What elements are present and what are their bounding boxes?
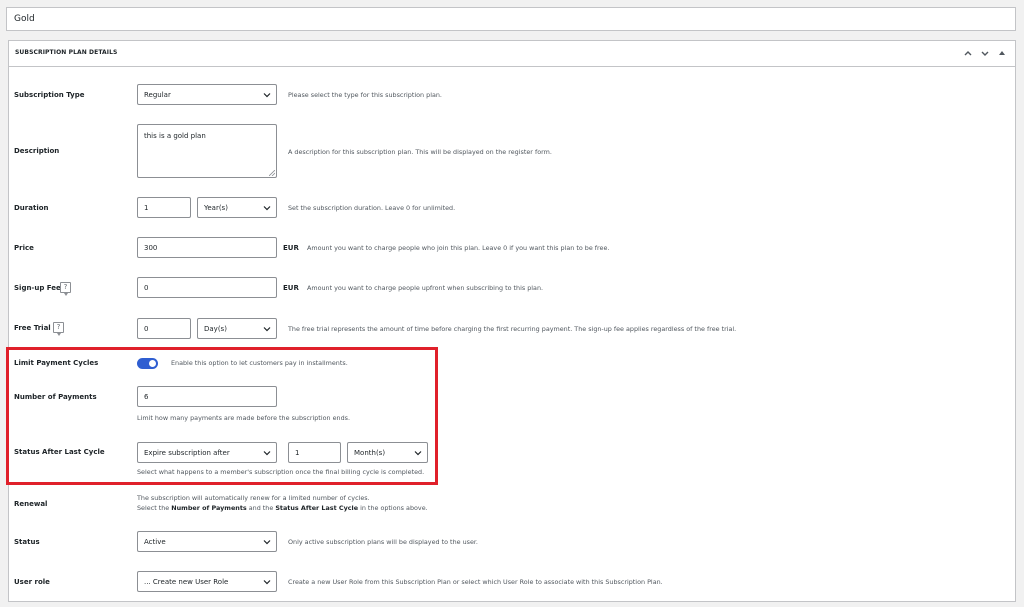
number-of-payments-input[interactable]: 6 (137, 386, 277, 407)
help-tooltip-icon[interactable]: ? (60, 282, 71, 296)
chevron-down-icon (263, 327, 271, 332)
panel-header: SUBSCRIPTION PLAN DETAILS (9, 41, 1015, 67)
renewal-line1: The subscription will automatically rene… (137, 494, 370, 502)
price-label: Price (14, 244, 34, 252)
price-input[interactable]: 300 (137, 237, 277, 258)
duration-input[interactable]: 1 (137, 197, 191, 218)
user-role-select[interactable]: ... Create new User Role (137, 571, 277, 592)
signup-fee-input[interactable]: 0 (137, 277, 277, 298)
user-role-value: ... Create new User Role (144, 578, 229, 586)
renewal-line2-pre: Select the (137, 504, 172, 512)
status-label: Status (14, 538, 40, 546)
limit-payment-cycles-label: Limit Payment Cycles (14, 359, 99, 367)
chevron-down-icon (263, 206, 271, 211)
renewal-line2-bold1: Number of Payments (171, 504, 247, 512)
signup-fee-label: Sign-up Fee ? (14, 282, 71, 296)
free-trial-unit-select[interactable]: Day(s) (197, 318, 277, 339)
subscription-type-help: Please select the type for this subscrip… (288, 91, 442, 99)
user-role-help: Create a new User Role from this Subscri… (288, 578, 663, 586)
free-trial-label: Free Trial ? (14, 322, 64, 336)
panel-title: SUBSCRIPTION PLAN DETAILS (15, 49, 118, 56)
signup-fee-help: Amount you want to charge people upfront… (307, 284, 544, 292)
chevron-down-icon (263, 540, 271, 545)
subscription-type-value: Regular (144, 91, 171, 99)
renewal-line2-bold2: Status After Last Cycle (275, 504, 359, 512)
price-help: Amount you want to charge people who joi… (307, 244, 610, 252)
chevron-down-icon (263, 451, 271, 456)
duration-unit-select[interactable]: Year(s) (197, 197, 277, 218)
status-after-last-cycle-help: Select what happens to a member's subscr… (137, 468, 425, 476)
chevron-up-icon[interactable] (962, 47, 973, 59)
number-of-payments-label: Number of Payments (14, 393, 97, 401)
renewal-label: Renewal (14, 500, 48, 508)
status-value: Active (144, 538, 166, 546)
user-role-label: User role (14, 578, 50, 586)
description-label: Description (14, 147, 60, 155)
free-trial-input[interactable]: 0 (137, 318, 191, 339)
renewal-line2: Select the Number of Payments and the St… (137, 504, 428, 512)
chevron-down-icon (263, 580, 271, 585)
description-help: A description for this subscription plan… (288, 148, 552, 156)
price-currency: EUR (283, 244, 299, 252)
status-after-last-cycle-value: Expire subscription after (144, 449, 230, 457)
resize-handle-icon[interactable] (269, 170, 275, 176)
renewal-line2-mid: and the (246, 504, 276, 512)
help-tooltip-icon[interactable]: ? (53, 322, 64, 336)
subscription-type-label: Subscription Type (14, 91, 85, 99)
chevron-down-icon (414, 451, 422, 456)
signup-fee-label-text: Sign-up Fee (14, 284, 61, 292)
chevron-down-icon (263, 93, 271, 98)
collapse-triangle-icon[interactable] (996, 47, 1007, 59)
signup-fee-currency: EUR (283, 284, 299, 292)
duration-help: Set the subscription duration. Leave 0 f… (288, 204, 456, 212)
number-of-payments-help: Limit how many payments are made before … (137, 414, 350, 422)
status-after-unit-value: Month(s) (354, 449, 386, 457)
chevron-down-icon[interactable] (979, 47, 990, 59)
duration-label: Duration (14, 204, 49, 212)
toggle-knob (149, 360, 156, 367)
status-help: Only active subscription plans will be d… (288, 538, 478, 546)
subscription-type-select[interactable]: Regular (137, 84, 277, 105)
duration-unit-value: Year(s) (204, 204, 228, 212)
description-textarea[interactable]: this is a gold plan (137, 124, 277, 178)
free-trial-help: The free trial represents the amount of … (288, 325, 737, 333)
status-select[interactable]: Active (137, 531, 277, 552)
plan-name-input[interactable]: Gold (6, 7, 1016, 31)
limit-payment-cycles-help: Enable this option to let customers pay … (171, 359, 348, 367)
status-after-last-cycle-select[interactable]: Expire subscription after (137, 442, 277, 463)
status-after-amount-input[interactable]: 1 (288, 442, 341, 463)
renewal-line2-post: in the options above. (358, 504, 428, 512)
free-trial-unit-value: Day(s) (204, 325, 227, 333)
limit-payment-cycles-toggle[interactable] (137, 358, 158, 369)
description-value: this is a gold plan (144, 132, 206, 140)
status-after-last-cycle-label: Status After Last Cycle (14, 448, 105, 456)
free-trial-label-text: Free Trial (14, 324, 51, 332)
status-after-unit-select[interactable]: Month(s) (347, 442, 428, 463)
